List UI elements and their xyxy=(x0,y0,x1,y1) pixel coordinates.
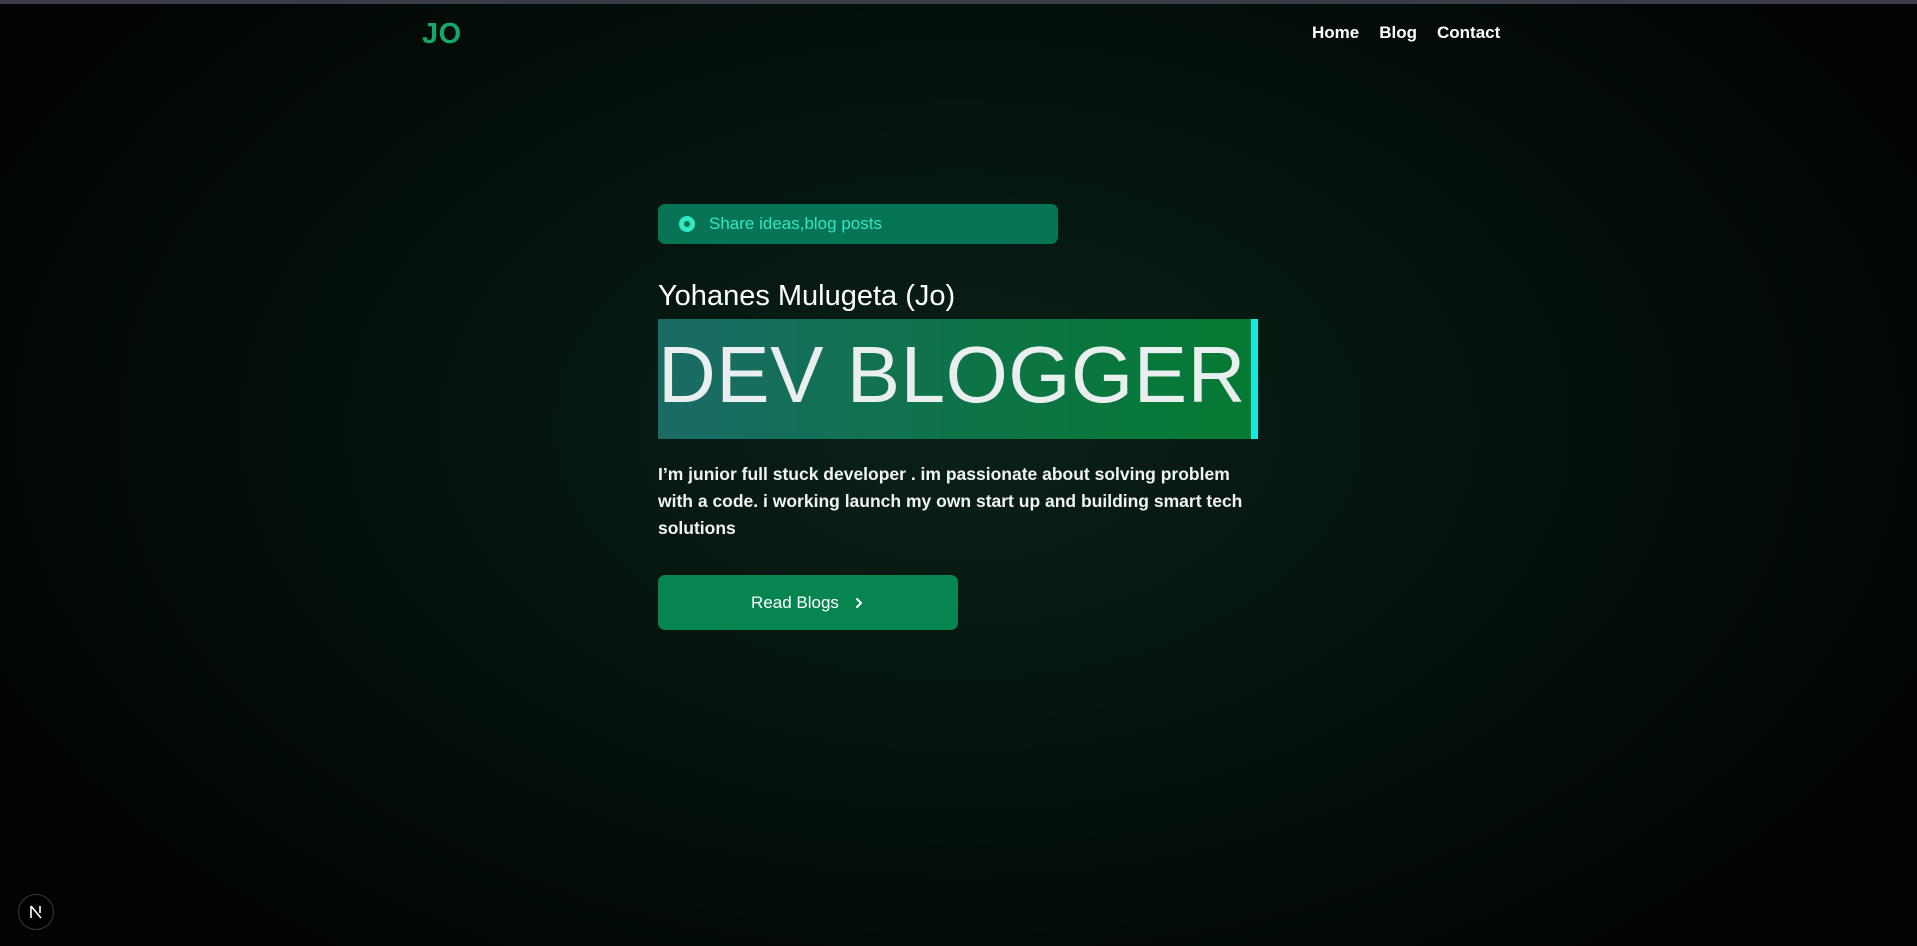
nav-link-home[interactable]: Home xyxy=(1312,23,1359,43)
chevron-right-icon xyxy=(853,597,865,609)
target-dot-icon xyxy=(679,216,695,232)
typing-cursor xyxy=(1251,319,1258,439)
tagline-badge: Share ideas,blog posts xyxy=(658,204,1058,244)
hero-section: Share ideas,blog posts Yohanes Mulugeta … xyxy=(658,204,1258,630)
site-logo[interactable]: JO xyxy=(422,18,462,51)
nav-link-blog[interactable]: Blog xyxy=(1379,23,1417,43)
read-blogs-button-label: Read Blogs xyxy=(751,592,839,612)
tagline-badge-text: Share ideas,blog posts xyxy=(709,214,882,233)
nav-link-contact[interactable]: Contact xyxy=(1437,23,1500,43)
headline-text: DEV BLOGGER xyxy=(658,330,1246,419)
author-name: Yohanes Mulugeta (Jo) xyxy=(658,280,956,312)
author-bio: I’m junior full stuck developer . im pas… xyxy=(658,464,1243,538)
site-header: JO Home Blog Contact xyxy=(0,0,1917,66)
main-nav: Home Blog Contact xyxy=(1312,23,1500,43)
nextjs-logo-icon[interactable] xyxy=(18,894,54,930)
read-blogs-button[interactable]: Read Blogs xyxy=(658,575,958,630)
headline-banner: DEV BLOGGER xyxy=(658,319,1258,439)
